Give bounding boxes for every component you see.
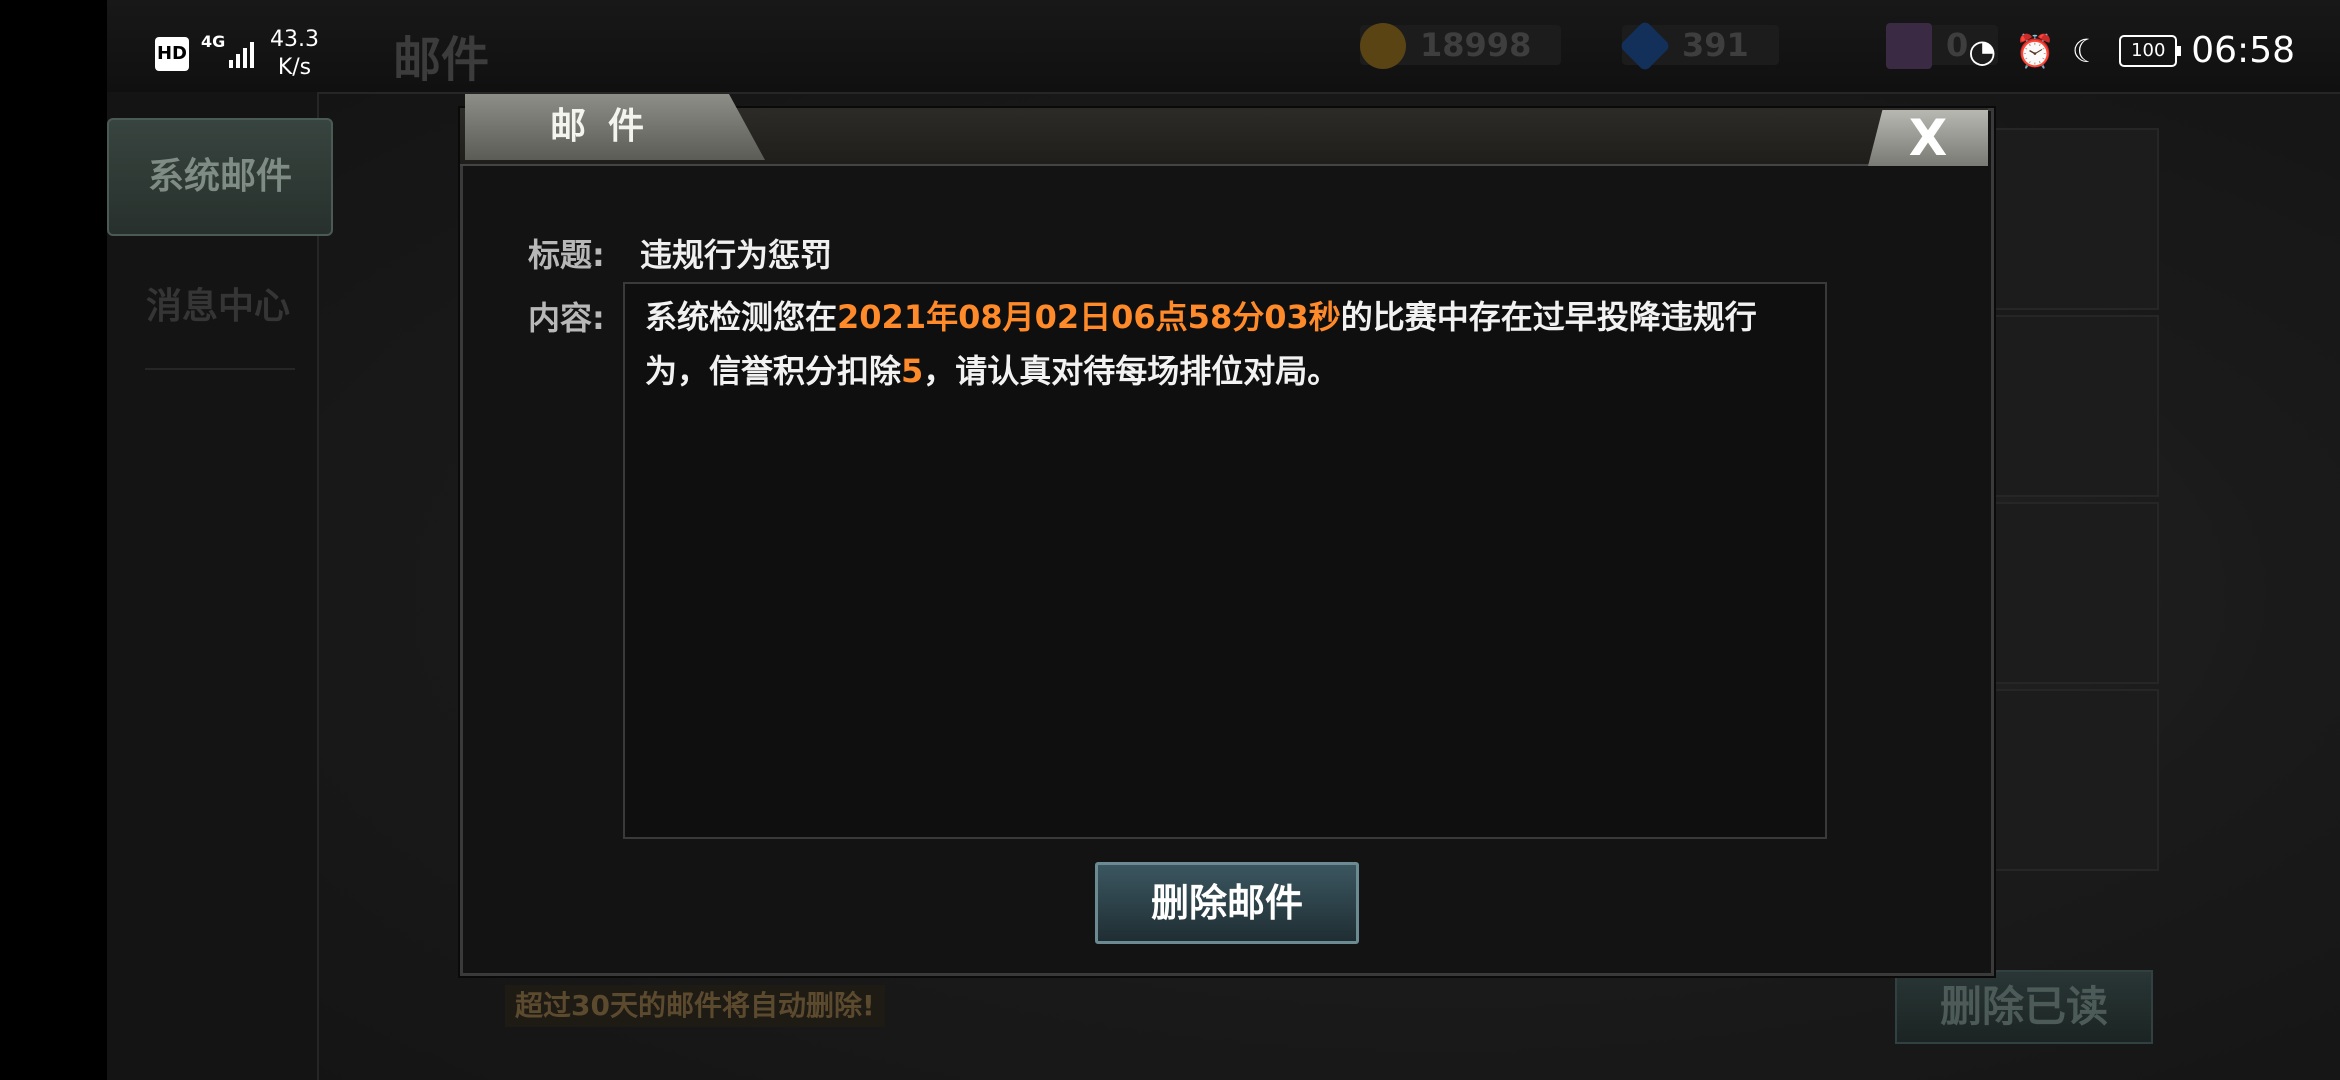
mail-list-card[interactable] <box>1985 689 2159 871</box>
close-icon: X <box>1908 109 1948 167</box>
sidebar-divider <box>145 368 295 370</box>
content-datetime: 2021年08月02日06点58分03秒 <box>837 298 1341 336</box>
mail-list-card[interactable] <box>1985 502 2159 684</box>
signal-icon: 4G <box>201 32 261 72</box>
system-status-bar: HD 4G 43.3 K/s ◔ ⏰ ☾ 100 06:58 <box>155 0 2335 100</box>
moon-icon: ☾ <box>2071 31 2101 70</box>
mail-list-card[interactable] <box>1985 315 2159 497</box>
sidebar-item-system-mail[interactable]: 系统邮件 <box>107 118 333 236</box>
mail-content: 系统检测您在2021年08月02日06点58分03秒的比赛中存在过早投降违规行为… <box>645 290 1815 398</box>
content-text-3: ，请认真对待每场排位对局。 <box>923 352 1340 390</box>
content-text-1: 系统检测您在 <box>645 298 838 336</box>
dialog-title: 邮件 <box>465 94 765 160</box>
clock: 06:58 <box>2191 30 2295 71</box>
network-speed: 43.3 K/s <box>270 26 319 82</box>
sidebar-item-message-center[interactable]: 消息中心 <box>107 250 329 364</box>
speed-unit: K/s <box>277 55 312 80</box>
sidebar <box>107 92 319 1080</box>
battery-icon: 100 <box>2119 34 2182 67</box>
content-points: 5 <box>901 352 924 390</box>
close-button[interactable]: X <box>1868 110 1988 166</box>
delete-read-button[interactable]: 删除已读 <box>1895 970 2153 1044</box>
mail-subject: 违规行为惩罚 <box>640 236 833 274</box>
alarm-icon: ⏰ <box>2015 31 2056 70</box>
delete-mail-button[interactable]: 删除邮件 <box>1095 862 1359 944</box>
hd-icon: HD <box>155 37 189 71</box>
nfc-icon: ◔ <box>1968 31 1997 70</box>
speed-value: 43.3 <box>270 27 319 52</box>
auto-delete-note: 超过30天的邮件将自动删除! <box>505 985 885 1027</box>
content-label: 内容: <box>528 299 605 337</box>
mail-list-card[interactable] <box>1985 128 2159 310</box>
subject-label: 标题: <box>528 236 605 274</box>
network-type: 4G <box>201 32 226 51</box>
